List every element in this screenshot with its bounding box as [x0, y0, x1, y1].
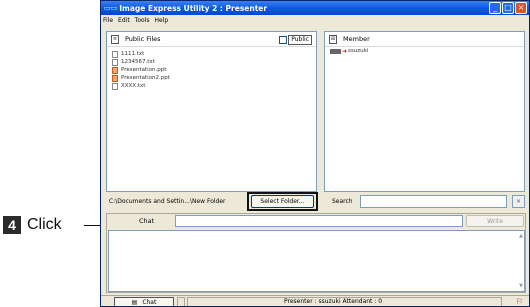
window-controls: _ □ ×	[489, 2, 527, 14]
title-bar[interactable]: ▭▭ Image Express Utility 2 : Presenter _…	[101, 1, 529, 15]
chat-input[interactable]	[175, 215, 463, 227]
chat-log[interactable]: ▲ ▼	[108, 230, 525, 292]
public-files-panel: ≡ Public Files Public 1111.txt 1234567.t…	[106, 31, 317, 192]
chat-toggle-button[interactable]: ▤ Chat	[114, 297, 174, 306]
file-name: 1111.txt	[121, 51, 145, 57]
maximize-button[interactable]: □	[502, 2, 514, 14]
menu-file[interactable]: File	[103, 17, 113, 24]
scroll-down-icon[interactable]: ▼	[519, 283, 523, 289]
search-label: Search	[332, 198, 353, 205]
app-icon: ▭▭	[104, 4, 118, 12]
step-text: Click	[27, 216, 62, 233]
status-divider	[177, 297, 185, 306]
file-row[interactable]: Presentation2.ppt	[112, 74, 311, 82]
presenter-status: Presenter : ssuzuki Attendant : 0	[284, 298, 383, 305]
text-file-icon	[112, 50, 118, 58]
scroll-up-icon[interactable]: ▲	[519, 233, 523, 239]
search-clear-button[interactable]: ×	[512, 195, 525, 208]
member-panel: ⊞ Member ➜ ssuzuki	[324, 31, 525, 192]
menu-edit[interactable]: Edit	[118, 17, 130, 24]
app-window: ▭▭ Image Express Utility 2 : Presenter _…	[100, 0, 530, 307]
member-icon: ⊞	[329, 34, 337, 44]
public-checkbox-group[interactable]: Public	[279, 35, 312, 45]
member-header: ⊞ Member	[325, 32, 524, 47]
chat-icon: ▤	[131, 298, 138, 306]
chat-label: Chat	[139, 217, 155, 225]
menu-tools[interactable]: Tools	[135, 17, 150, 24]
document-icon: ≡	[111, 34, 119, 44]
member-title: Member	[343, 35, 370, 43]
member-row[interactable]: ➜ ssuzuki	[325, 47, 524, 55]
ppt-file-icon	[112, 74, 118, 82]
file-row[interactable]: XXXX.txt	[112, 82, 311, 90]
chat-toggle-label: Chat	[142, 298, 157, 306]
step-annotation: 4 Click	[3, 216, 62, 234]
presenter-icon	[330, 48, 341, 54]
public-files-header: ≡ Public Files Public	[107, 32, 316, 47]
file-name: Presentation2.ppt	[121, 75, 170, 81]
close-button[interactable]: ×	[515, 2, 527, 14]
file-name: Presentation.ppt	[121, 67, 167, 73]
file-name: 1234567.txt	[121, 59, 155, 65]
public-checkbox-label: Public	[288, 35, 312, 45]
file-row[interactable]: 1234567.txt	[112, 58, 311, 66]
minimize-button[interactable]: _	[489, 2, 501, 14]
text-file-icon	[112, 82, 118, 90]
file-row[interactable]: Presentation.ppt	[112, 66, 311, 74]
chat-panel: Chat Write ▲ ▼	[106, 213, 526, 293]
text-file-icon	[112, 58, 118, 66]
menu-bar: File Edit Tools Help	[101, 15, 529, 25]
click-highlight	[247, 192, 318, 211]
write-button[interactable]: Write	[466, 215, 524, 227]
menu-help[interactable]: Help	[154, 17, 168, 24]
file-name: XXXX.txt	[121, 83, 146, 89]
arrow-icon: ➜	[342, 47, 348, 55]
public-checkbox[interactable]	[279, 36, 288, 44]
status-bar: ▤ Chat Presenter : ssuzuki Attendant : 0…	[101, 295, 529, 306]
member-name: ssuzuki	[348, 48, 369, 54]
folder-path: C:\Documents and Settin...\New Folder	[109, 198, 226, 205]
window-title: Image Express Utility 2 : Presenter	[119, 3, 268, 13]
presenter-status-icon[interactable]: ⚐	[516, 297, 523, 306]
file-row[interactable]: 1111.txt	[112, 50, 311, 58]
step-number: 4	[3, 216, 21, 234]
file-list: 1111.txt 1234567.txt Presentation.ppt Pr…	[107, 47, 316, 93]
search-input[interactable]	[360, 195, 507, 208]
ppt-file-icon	[112, 66, 118, 74]
public-files-title: Public Files	[125, 35, 161, 43]
